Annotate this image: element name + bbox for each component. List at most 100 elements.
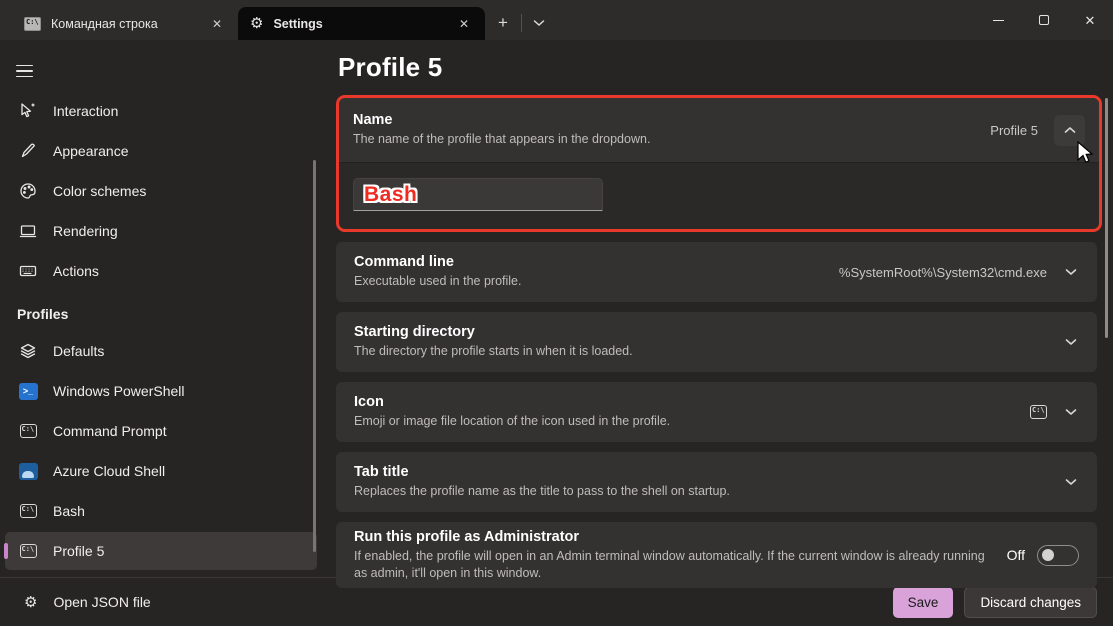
maximize-icon bbox=[1039, 15, 1049, 25]
pen-icon bbox=[17, 141, 39, 161]
close-tab-icon[interactable]: ✕ bbox=[453, 13, 475, 35]
sidebar-item-azure-cloud-shell[interactable]: Azure Cloud Shell bbox=[5, 452, 317, 490]
sidebar-item-label: Bash bbox=[53, 503, 85, 519]
sidebar-item-label: Appearance bbox=[53, 143, 129, 159]
expand-button[interactable] bbox=[1063, 478, 1079, 486]
sidebar-item-label: Actions bbox=[53, 263, 99, 279]
page-title: Profile 5 bbox=[338, 52, 1095, 83]
sidebar-item-label: Defaults bbox=[53, 343, 104, 359]
sidebar-item-appearance[interactable]: Appearance bbox=[5, 132, 317, 170]
name-setting-highlight: Name The name of the profile that appear… bbox=[336, 95, 1102, 232]
terminal-icon: C:\ bbox=[17, 424, 39, 438]
sidebar-item-profile-5[interactable]: C:\ Profile 5 bbox=[5, 532, 317, 570]
terminal-icon: C:\ bbox=[17, 544, 39, 558]
sidebar-item-label: Profile 5 bbox=[53, 543, 104, 559]
setting-description: The directory the profile starts in when… bbox=[354, 343, 1063, 360]
setting-name: Command line bbox=[354, 254, 839, 270]
setting-name: Run this profile as Administrator bbox=[354, 529, 1007, 545]
tab-label: Settings bbox=[273, 17, 443, 31]
setting-description: If enabled, the profile will open in an … bbox=[354, 548, 986, 582]
name-setting-body: Bash bbox=[339, 162, 1099, 229]
sidebar-item-label: Azure Cloud Shell bbox=[53, 463, 165, 479]
sidebar-item-windows-powershell[interactable]: >_ Windows PowerShell bbox=[5, 372, 317, 410]
setting-description: Replaces the profile name as the title t… bbox=[354, 483, 1063, 500]
chevron-down-icon bbox=[1065, 478, 1077, 486]
window-controls: ✕ bbox=[975, 0, 1113, 40]
chevron-down-icon bbox=[1065, 338, 1077, 346]
sidebar-item-bash[interactable]: C:\ Bash bbox=[5, 492, 317, 530]
minimize-button[interactable] bbox=[975, 0, 1021, 40]
sidebar-item-label: Interaction bbox=[53, 103, 118, 119]
tab-strip: C:\ Командная строка ✕ ⚙ Settings ✕ + bbox=[0, 0, 556, 40]
open-json-label: Open JSON file bbox=[53, 594, 150, 610]
setting-description: Executable used in the profile. bbox=[354, 273, 839, 290]
azure-cloud-icon bbox=[17, 463, 39, 480]
new-tab-button[interactable]: + bbox=[485, 8, 521, 38]
expand-button[interactable] bbox=[1063, 268, 1079, 276]
profile-name-input[interactable]: Bash bbox=[353, 178, 603, 211]
palette-icon bbox=[17, 181, 39, 201]
run-as-administrator-setting: Run this profile as Administrator If ena… bbox=[336, 522, 1097, 588]
sidebar-item-label: Windows PowerShell bbox=[53, 383, 185, 399]
close-button[interactable]: ✕ bbox=[1067, 0, 1113, 40]
expand-button[interactable] bbox=[1063, 338, 1079, 346]
main-scrollbar[interactable] bbox=[1105, 98, 1108, 338]
sidebar-scrollbar[interactable] bbox=[313, 160, 316, 552]
setting-description: Emoji or image file location of the icon… bbox=[354, 413, 1030, 430]
tab-command-prompt[interactable]: C:\ Командная строка ✕ bbox=[12, 7, 238, 40]
admin-toggle-switch[interactable] bbox=[1037, 545, 1079, 566]
profiles-section-header: Profiles bbox=[0, 292, 322, 330]
sidebar-item-rendering[interactable]: Rendering bbox=[5, 212, 317, 250]
setting-value-icon: C:\ bbox=[1030, 405, 1047, 419]
settings-sidebar: Interaction Appearance Color schemes Ren… bbox=[0, 40, 322, 577]
setting-description: The name of the profile that appears in … bbox=[353, 131, 990, 148]
plus-icon: + bbox=[498, 13, 508, 33]
gear-icon: ⚙ bbox=[24, 595, 37, 610]
profile-name-input-value: Bash bbox=[364, 183, 417, 207]
icon-setting[interactable]: Icon Emoji or image file location of the… bbox=[336, 382, 1097, 442]
name-setting-header[interactable]: Name The name of the profile that appear… bbox=[339, 98, 1099, 162]
sidebar-item-actions[interactable]: Actions bbox=[5, 252, 317, 290]
open-json-file-button[interactable]: ⚙ Open JSON file bbox=[16, 594, 151, 610]
cmd-icon: C:\ bbox=[24, 17, 41, 31]
terminal-icon: C:\ bbox=[1030, 405, 1047, 419]
titlebar: C:\ Командная строка ✕ ⚙ Settings ✕ + ✕ bbox=[0, 0, 1113, 40]
keyboard-icon bbox=[17, 261, 39, 281]
chevron-down-icon bbox=[1065, 408, 1077, 416]
tab-title-setting[interactable]: Tab title Replaces the profile name as t… bbox=[336, 452, 1097, 512]
minimize-icon bbox=[993, 20, 1004, 21]
sidebar-item-label: Rendering bbox=[53, 223, 118, 239]
maximize-button[interactable] bbox=[1021, 0, 1067, 40]
tab-dropdown-button[interactable] bbox=[522, 8, 556, 38]
powershell-icon: >_ bbox=[17, 383, 39, 400]
sidebar-item-color-schemes[interactable]: Color schemes bbox=[5, 172, 317, 210]
chevron-up-icon bbox=[1064, 126, 1076, 134]
command-line-setting[interactable]: Command line Executable used in the prof… bbox=[336, 242, 1097, 302]
layers-icon bbox=[17, 341, 39, 361]
toggle-knob bbox=[1042, 549, 1054, 561]
settings-content: Profile 5 Name The name of the profile t… bbox=[322, 40, 1113, 577]
setting-value: Profile 5 bbox=[990, 123, 1038, 138]
expand-button[interactable] bbox=[1063, 408, 1079, 416]
close-tab-icon[interactable]: ✕ bbox=[206, 13, 228, 35]
gear-icon: ⚙ bbox=[250, 16, 263, 31]
save-button[interactable]: Save bbox=[893, 587, 954, 618]
tab-settings[interactable]: ⚙ Settings ✕ bbox=[238, 7, 485, 40]
sidebar-item-defaults[interactable]: Defaults bbox=[5, 332, 317, 370]
hamburger-menu-button[interactable] bbox=[8, 56, 42, 86]
cursor-interaction-icon bbox=[17, 101, 39, 121]
starting-directory-setting[interactable]: Starting directory The directory the pro… bbox=[336, 312, 1097, 372]
windows-terminal-settings-window: C:\ Командная строка ✕ ⚙ Settings ✕ + ✕ bbox=[0, 0, 1113, 626]
chevron-down-icon bbox=[1065, 268, 1077, 276]
discard-changes-button[interactable]: Discard changes bbox=[964, 587, 1097, 618]
terminal-icon: C:\ bbox=[17, 504, 39, 518]
mouse-cursor bbox=[1076, 141, 1096, 165]
setting-value: %SystemRoot%\System32\cmd.exe bbox=[839, 265, 1047, 280]
setting-name: Icon bbox=[354, 394, 1030, 410]
chevron-down-icon bbox=[533, 19, 545, 27]
sidebar-item-interaction[interactable]: Interaction bbox=[5, 92, 317, 130]
setting-name: Tab title bbox=[354, 464, 1063, 480]
close-icon: ✕ bbox=[1085, 14, 1096, 27]
sidebar-item-label: Command Prompt bbox=[53, 423, 167, 439]
sidebar-item-command-prompt[interactable]: C:\ Command Prompt bbox=[5, 412, 317, 450]
